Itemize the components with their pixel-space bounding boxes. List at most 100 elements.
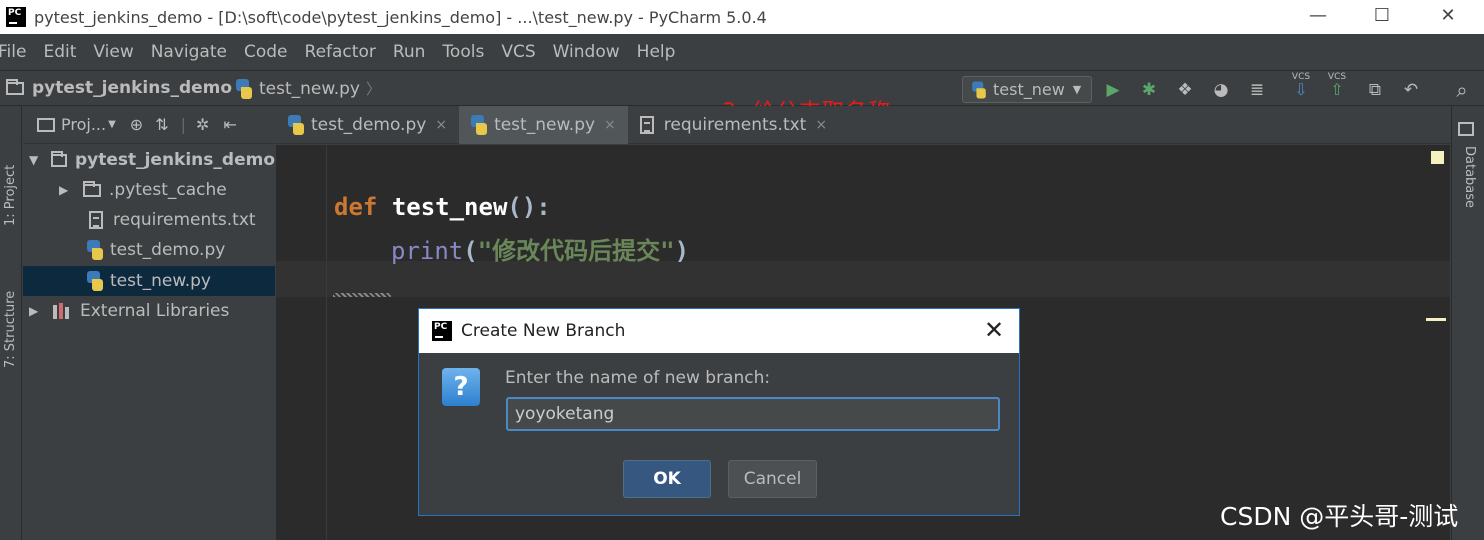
profile-icon[interactable]: ◕ bbox=[1209, 78, 1233, 102]
breadcrumb-project-label: pytest_jenkins_demo bbox=[32, 78, 233, 98]
string-literal: "修改代码后提交" bbox=[477, 237, 675, 265]
chevron-right-icon: 〉 bbox=[365, 80, 381, 98]
dialog-title: Create New Branch bbox=[461, 321, 626, 341]
tasks-icon[interactable]: ≣ bbox=[1245, 78, 1269, 102]
python-file-icon bbox=[972, 81, 986, 98]
menu-refactor[interactable]: Refactor bbox=[305, 42, 376, 62]
menu-view[interactable]: View bbox=[93, 42, 133, 62]
pycharm-logo-icon: PC bbox=[432, 321, 452, 341]
error-stripe-mark[interactable] bbox=[1426, 318, 1446, 321]
tree-item-pytest-cache[interactable]: ▶ .pytest_cache bbox=[23, 175, 275, 205]
expand-arrow-icon[interactable]: ▼ bbox=[29, 153, 39, 167]
dialog-close-button[interactable]: ✕ bbox=[981, 316, 1007, 344]
text-file-icon bbox=[639, 116, 654, 134]
arrow-down-icon: ⇩ bbox=[1294, 79, 1308, 99]
tree-item-label: test_demo.py bbox=[110, 240, 226, 260]
tree-item-requirements[interactable]: requirements.txt bbox=[23, 205, 275, 235]
close-tab-icon[interactable]: × bbox=[815, 117, 827, 133]
tool-tab-structure[interactable]: 7: Structure bbox=[3, 291, 18, 368]
run-icon[interactable]: ▶ bbox=[1101, 78, 1125, 102]
gear-icon[interactable]: ✲ bbox=[196, 115, 209, 134]
code-punctuation: ) bbox=[674, 237, 690, 265]
tool-tab-database[interactable]: Database bbox=[1462, 146, 1477, 208]
project-panel-toolbar: Proj... ▼ ⊕ ⇅ | ✲ ⇤ bbox=[23, 106, 275, 144]
tree-item-label: External Libraries bbox=[80, 301, 230, 321]
compare-icon[interactable]: ⧉ bbox=[1363, 78, 1387, 102]
left-tool-strip: 1: Project 7: Structure bbox=[0, 106, 22, 540]
debug-icon[interactable]: ✱ bbox=[1137, 78, 1161, 102]
ok-button[interactable]: OK bbox=[623, 460, 711, 498]
close-tab-icon[interactable]: × bbox=[604, 117, 616, 133]
python-file-icon bbox=[471, 115, 488, 135]
tree-item-external-libraries[interactable]: ▶ External Libraries bbox=[23, 296, 275, 326]
scroll-from-source-icon[interactable]: ⊕ bbox=[130, 115, 143, 134]
menu-bar: File Edit View Navigate Code Refactor Ru… bbox=[0, 34, 1484, 70]
project-panel: Proj... ▼ ⊕ ⇅ | ✲ ⇤ ▼ pytest_jenkins_dem… bbox=[23, 106, 275, 540]
folder-icon bbox=[6, 78, 24, 95]
collapse-arrow-icon[interactable]: ▶ bbox=[59, 183, 71, 197]
vcs-update-icon[interactable]: VCS ⇩ bbox=[1289, 72, 1313, 99]
breadcrumb-file-label: test_new.py bbox=[259, 78, 360, 99]
tree-item-project-root[interactable]: ▼ pytest_jenkins_demo bbox=[23, 145, 275, 175]
watermark: CSDN @平头哥-测试 bbox=[1220, 502, 1459, 531]
coverage-icon[interactable]: ❖ bbox=[1173, 78, 1197, 102]
close-tab-icon[interactable]: × bbox=[435, 117, 447, 133]
vcs-commit-icon[interactable]: VCS ⇧ bbox=[1325, 72, 1349, 97]
menu-tools[interactable]: Tools bbox=[442, 42, 484, 62]
collapse-arrow-icon[interactable]: ▶ bbox=[29, 304, 41, 318]
code-punctuation: ( bbox=[463, 237, 478, 265]
project-view-icon bbox=[37, 117, 55, 132]
python-file-icon bbox=[87, 240, 103, 260]
close-window-button[interactable]: ✕ bbox=[1416, 0, 1480, 30]
menu-code[interactable]: Code bbox=[244, 42, 288, 62]
separator: | bbox=[180, 115, 186, 134]
maximize-button[interactable]: ☐ bbox=[1350, 0, 1414, 30]
pycharm-logo-icon: PC bbox=[6, 7, 26, 27]
menu-window[interactable]: Window bbox=[553, 42, 620, 62]
tool-tab-project[interactable]: 1: Project bbox=[3, 165, 18, 226]
run-configuration-select[interactable]: test_new ▼ bbox=[962, 76, 1092, 103]
editor-tab-bar: test_demo.py × test_new.py × requirement… bbox=[276, 106, 1450, 144]
tree-item-test-demo[interactable]: test_demo.py bbox=[23, 235, 275, 265]
chevron-down-icon: ▼ bbox=[108, 119, 116, 130]
tab-test-demo[interactable]: test_demo.py × bbox=[276, 106, 459, 144]
tree-item-label: requirements.txt bbox=[113, 210, 256, 230]
tree-item-label: .pytest_cache bbox=[109, 180, 227, 200]
right-tool-strip: Database bbox=[1451, 106, 1484, 540]
tab-label: requirements.txt bbox=[663, 115, 807, 135]
menu-file[interactable]: File bbox=[0, 42, 26, 62]
revert-icon[interactable]: ↶ bbox=[1399, 78, 1423, 102]
gutter-divider bbox=[326, 145, 327, 540]
search-icon[interactable]: ⌕ bbox=[1450, 78, 1474, 102]
branch-name-input[interactable] bbox=[506, 397, 1000, 431]
folder-icon bbox=[51, 150, 67, 167]
warning-squiggle bbox=[333, 293, 391, 297]
tree-item-label: pytest_jenkins_demo bbox=[74, 150, 275, 170]
menu-help[interactable]: Help bbox=[637, 42, 676, 62]
tree-item-label: test_new.py bbox=[110, 271, 211, 291]
hide-panel-icon[interactable]: ⇤ bbox=[223, 115, 236, 134]
minimize-button[interactable]: — bbox=[1286, 0, 1350, 30]
tab-requirements[interactable]: requirements.txt × bbox=[628, 106, 839, 144]
breadcrumb-file[interactable]: test_new.py 〉 bbox=[236, 78, 381, 99]
dialog-title-bar: PC Create New Branch ✕ bbox=[419, 309, 1019, 353]
menu-run[interactable]: Run bbox=[393, 42, 426, 62]
cancel-button[interactable]: Cancel bbox=[728, 460, 817, 498]
branch-name-label: Enter the name of new branch: bbox=[505, 368, 771, 388]
create-branch-dialog: PC Create New Branch ✕ ? Enter the name … bbox=[418, 308, 1020, 516]
breadcrumb-project[interactable]: pytest_jenkins_demo bbox=[6, 78, 232, 98]
question-icon: ? bbox=[442, 368, 480, 406]
inspection-status-icon[interactable] bbox=[1431, 151, 1444, 164]
tab-test-new[interactable]: test_new.py × bbox=[459, 106, 628, 144]
function-name: test_new bbox=[391, 193, 508, 221]
project-view-dropdown[interactable]: Proj... bbox=[61, 115, 106, 134]
collapse-all-icon[interactable]: ⇅ bbox=[155, 115, 168, 134]
chevron-down-icon: ▼ bbox=[1072, 83, 1082, 96]
menu-navigate[interactable]: Navigate bbox=[151, 42, 227, 62]
menu-vcs[interactable]: VCS bbox=[501, 42, 535, 62]
database-icon bbox=[1458, 122, 1474, 136]
python-file-icon bbox=[236, 78, 252, 99]
menu-edit[interactable]: Edit bbox=[43, 42, 76, 62]
tree-item-test-new[interactable]: test_new.py bbox=[23, 266, 275, 296]
code-punctuation: (): bbox=[507, 193, 551, 221]
